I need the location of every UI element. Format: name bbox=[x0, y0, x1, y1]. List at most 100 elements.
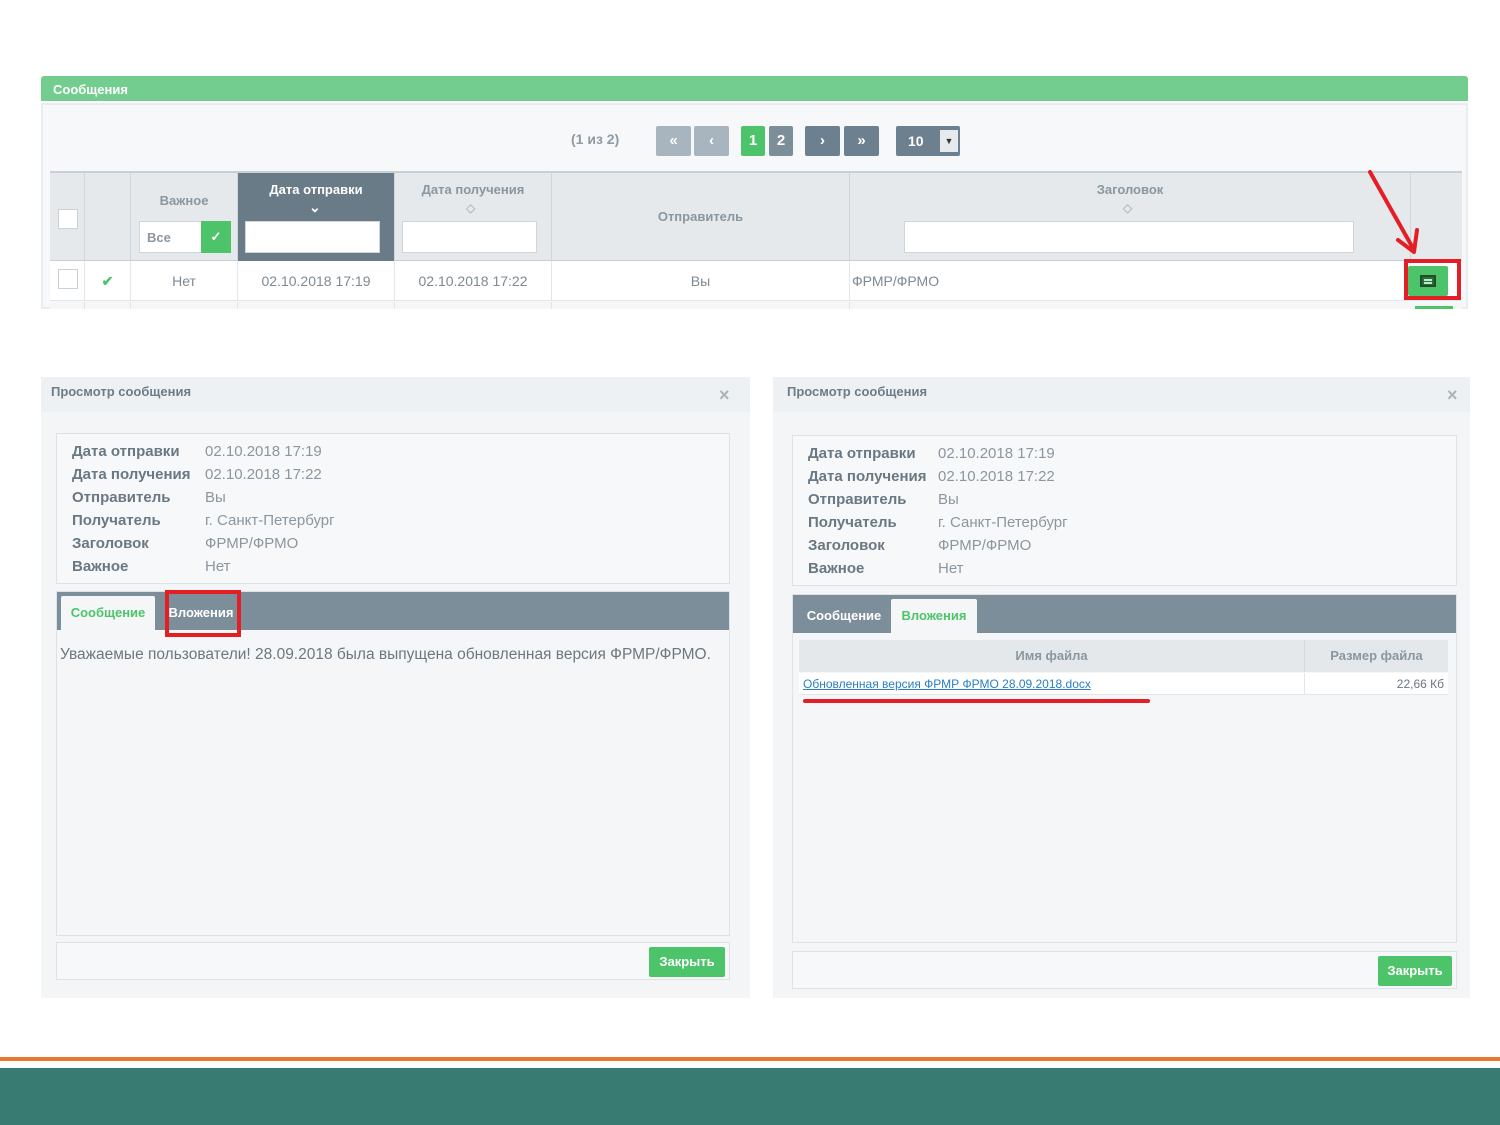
detail-label: Получатель bbox=[72, 512, 161, 529]
tab-bar: Сообщение Вложения bbox=[57, 592, 729, 630]
page-2-button[interactable]: 2 bbox=[769, 126, 793, 156]
dialog-titlebar: Просмотр сообщения × bbox=[773, 377, 1470, 412]
row-important: Нет bbox=[131, 261, 238, 301]
detail-label: Важное bbox=[808, 560, 865, 577]
row-sender: Вы bbox=[552, 261, 850, 301]
important-filter-value: Все bbox=[147, 230, 171, 245]
detail-label: Получатель bbox=[808, 514, 897, 531]
row-sent-date: 02.10.2018 17:19 bbox=[238, 261, 395, 301]
row-received-date: 02.10.2018 17:22 bbox=[395, 261, 552, 301]
message-body-text: Уважаемые пользователи! 28.09.2018 была … bbox=[60, 646, 711, 663]
sort-icon: ◇ bbox=[466, 201, 476, 215]
prev-page-button[interactable]: ‹ bbox=[694, 126, 729, 156]
col-file-name: Имя файла bbox=[799, 640, 1305, 672]
sort-icon: ◇ bbox=[1123, 201, 1133, 215]
message-details: Дата отправки 02.10.2018 17:19 Дата получ… bbox=[56, 433, 730, 584]
row-important bbox=[131, 302, 238, 309]
header-important: Важное Все ✓ bbox=[131, 173, 238, 261]
dialog-title: Просмотр сообщения bbox=[787, 384, 928, 399]
read-check-icon: ✔ bbox=[85, 261, 131, 301]
dialog-footer: Закрыть bbox=[56, 942, 730, 980]
file-download-link[interactable]: Обновленная версия ФРМР ФРМО 28.09.2018.… bbox=[803, 677, 1091, 691]
rows-per-page-value: 10 bbox=[908, 133, 924, 149]
detail-label: Дата отправки bbox=[808, 445, 916, 462]
detail-value: ФРМР/ФРМО bbox=[938, 537, 1032, 554]
message-tabs: Сообщение Вложения Имя файла Размер файл… bbox=[792, 594, 1457, 943]
detail-label: Заголовок bbox=[808, 537, 885, 554]
detail-value: Вы bbox=[938, 491, 959, 508]
tab-attachments[interactable]: Вложения bbox=[891, 599, 977, 633]
chevron-left-icon: ‹ bbox=[709, 132, 714, 149]
select-all-checkbox[interactable] bbox=[58, 209, 78, 229]
paginator-info: (1 из 2) bbox=[571, 131, 620, 147]
row-received-date bbox=[395, 302, 552, 309]
rows-per-page-select[interactable]: 10 ▼ bbox=[896, 126, 960, 156]
row-checkbox[interactable] bbox=[58, 269, 78, 289]
received-date-filter-input[interactable] bbox=[402, 221, 537, 253]
detail-value: г. Санкт-Петербург bbox=[938, 514, 1068, 531]
detail-label: Дата отправки bbox=[72, 443, 180, 460]
header-sent-date[interactable]: Дата отправки ⌄ bbox=[238, 173, 395, 261]
highlight-box bbox=[1404, 259, 1461, 300]
last-page-button[interactable]: » bbox=[844, 126, 879, 156]
important-filter-select[interactable]: Все ✓ bbox=[139, 221, 231, 253]
detail-label: Отправитель bbox=[72, 489, 171, 506]
header-subject[interactable]: Заголовок ◇ bbox=[850, 173, 1411, 261]
subject-filter-input[interactable] bbox=[904, 221, 1354, 253]
table-header: Важное Все ✓ Дата отправки ⌄ Дата получе… bbox=[50, 171, 1462, 261]
message-tabs: Сообщение Вложения Уважаемые пользовател… bbox=[56, 591, 730, 936]
dialog-footer: Закрыть bbox=[792, 951, 1457, 989]
col-file-size: Размер файла bbox=[1305, 640, 1448, 672]
row-subject: ФРМР/ФРМО bbox=[850, 261, 1411, 301]
tab-message[interactable]: Сообщение bbox=[61, 596, 155, 630]
header-sender-label: Отправитель bbox=[657, 209, 744, 224]
row-sent-date bbox=[238, 302, 395, 309]
first-page-button[interactable]: « bbox=[656, 126, 691, 156]
highlight-underline bbox=[803, 699, 1150, 703]
row-sender bbox=[552, 302, 850, 309]
detail-value: г. Санкт-Петербург bbox=[205, 512, 335, 529]
table-row[interactable]: ✔ Нет 02.10.2018 17:19 02.10.2018 17:22 … bbox=[50, 261, 1462, 301]
double-chevron-right-icon: » bbox=[857, 132, 866, 149]
tab-message[interactable]: Сообщение bbox=[798, 599, 890, 633]
detail-value: Нет bbox=[938, 560, 964, 577]
orange-divider bbox=[0, 1057, 1500, 1061]
detail-value: 02.10.2018 17:22 bbox=[205, 466, 322, 483]
close-icon[interactable]: × bbox=[1447, 385, 1458, 406]
detail-value: 02.10.2018 17:19 bbox=[205, 443, 322, 460]
header-important-label: Важное bbox=[159, 193, 209, 208]
dialog-title: Просмотр сообщения bbox=[51, 384, 192, 399]
message-details: Дата отправки 02.10.2018 17:19 Дата получ… bbox=[792, 435, 1457, 586]
detail-label: Важное bbox=[72, 558, 129, 575]
detail-value: Вы bbox=[205, 489, 226, 506]
next-page-button[interactable]: › bbox=[805, 126, 840, 156]
header-sender: Отправитель bbox=[552, 173, 850, 261]
messages-panel-title: Сообщения bbox=[41, 76, 1468, 101]
double-chevron-left-icon: « bbox=[669, 132, 678, 149]
header-sent-date-label: Дата отправки bbox=[269, 182, 363, 197]
header-received-date[interactable]: Дата получения ◇ bbox=[395, 173, 552, 261]
row-select-cell bbox=[50, 302, 85, 309]
chevron-right-icon: › bbox=[820, 132, 825, 149]
page-1-button[interactable]: 1 bbox=[741, 126, 765, 156]
sent-date-filter-input[interactable] bbox=[245, 221, 380, 253]
header-subject-label: Заголовок bbox=[1096, 182, 1164, 197]
footer-band bbox=[0, 1068, 1500, 1125]
detail-label: Дата получения bbox=[808, 468, 927, 485]
detail-value: ФРМР/ФРМО bbox=[205, 535, 299, 552]
detail-value: 02.10.2018 17:22 bbox=[938, 468, 1055, 485]
close-button[interactable]: Закрыть bbox=[649, 947, 725, 977]
close-button[interactable]: Закрыть bbox=[1378, 956, 1452, 986]
messages-panel-body: (1 из 2) « ‹ 1 2 › » 10 ▼ Важное Все ✓ Д… bbox=[41, 103, 1468, 309]
dialog-titlebar: Просмотр сообщения × bbox=[41, 377, 750, 412]
message-view-dialog: Просмотр сообщения × Дата отправки 02.10.… bbox=[41, 377, 750, 998]
file-name-cell: Обновленная версия ФРМР ФРМО 28.09.2018.… bbox=[799, 673, 1305, 695]
close-icon[interactable]: × bbox=[719, 385, 730, 406]
tab-bar: Сообщение Вложения bbox=[793, 595, 1456, 633]
sort-desc-icon: ⌄ bbox=[309, 199, 321, 215]
highlight-box bbox=[165, 590, 241, 637]
table-row[interactable] bbox=[50, 302, 1462, 309]
view-message-button[interactable] bbox=[1415, 306, 1453, 309]
row-status-cell bbox=[85, 302, 131, 309]
detail-value: 02.10.2018 17:19 bbox=[938, 445, 1055, 462]
